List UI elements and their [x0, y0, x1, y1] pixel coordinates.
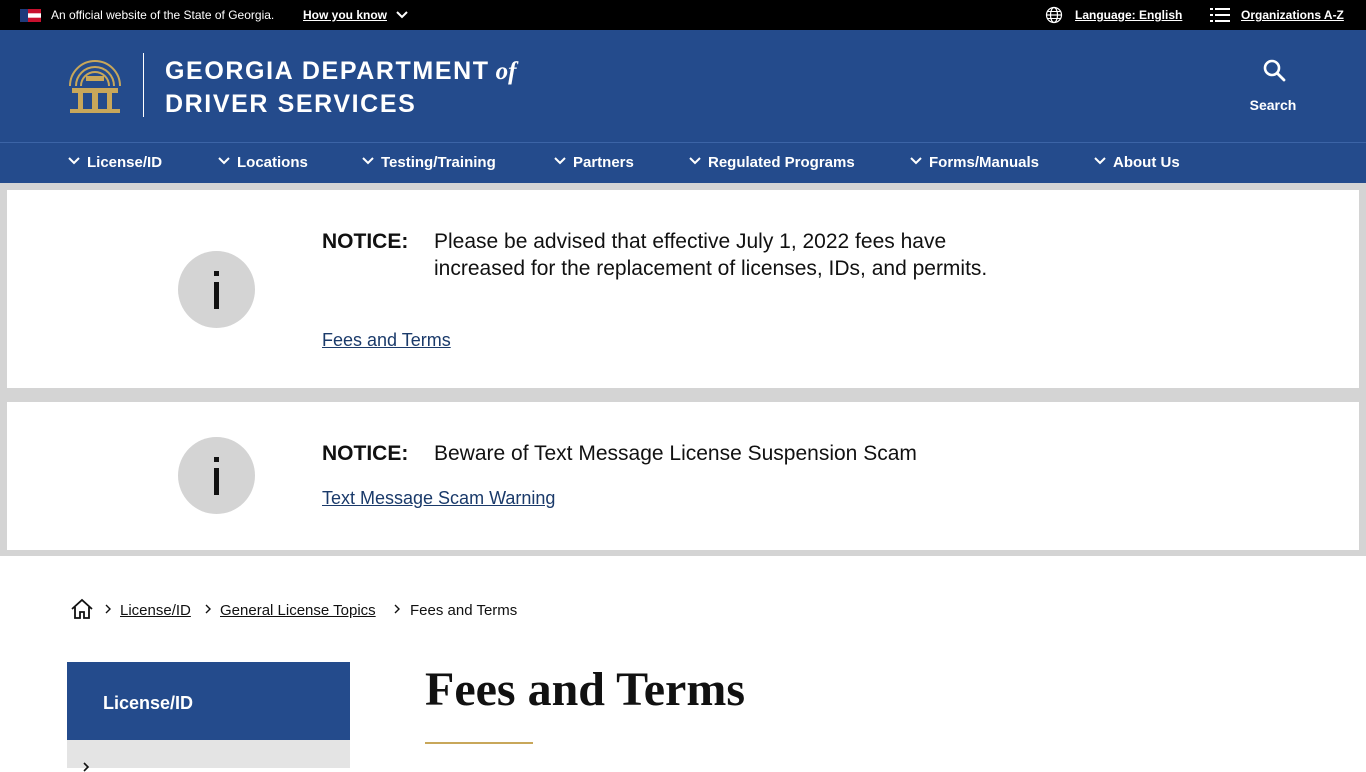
agency-name-line2[interactable]: DRIVER SERVICES [165, 90, 416, 119]
nav-regulated-programs[interactable]: Regulated Programs [689, 154, 855, 171]
notice-label: NOTICE: [322, 442, 409, 465]
chevron-down-icon [218, 157, 230, 165]
nav-label: Testing/Training [381, 154, 496, 171]
nav-locations[interactable]: Locations [218, 154, 308, 171]
info-icon [178, 251, 255, 328]
globe-icon [1045, 6, 1063, 24]
notice-label: NOTICE: [322, 230, 409, 253]
site-header: GEORGIA DEPARTMENT of DRIVER SERVICES Sea… [0, 30, 1366, 142]
chevron-right-icon [394, 604, 400, 614]
nav-label: About Us [1113, 154, 1180, 171]
text-message-scam-warning-link[interactable]: Text Message Scam Warning [322, 488, 555, 509]
main-nav: License/ID Locations Testing/Training Pa… [0, 142, 1366, 184]
logo-divider [143, 53, 144, 117]
search-icon[interactable] [1262, 58, 1286, 82]
agency-name-text: GEORGIA DEPARTMENT [165, 57, 490, 85]
nav-partners[interactable]: Partners [554, 154, 634, 171]
list-icon [1210, 8, 1230, 22]
nav-about-us[interactable]: About Us [1094, 154, 1180, 171]
chevron-right-icon [205, 604, 211, 614]
breadcrumb-general-license-topics[interactable]: General License Topics [220, 602, 376, 619]
notice-banner: NOTICE: Beware of Text Message License S… [7, 402, 1359, 550]
nav-forms-manuals[interactable]: Forms/Manuals [910, 154, 1040, 171]
notice-banner: NOTICE: Please be advised that effective… [7, 190, 1359, 388]
notice-text: Beware of Text Message License Suspensio… [434, 442, 917, 465]
nav-license-id[interactable]: License/ID [68, 154, 163, 171]
chevron-down-icon [68, 157, 80, 165]
official-site-bar: An official website of the State of Geor… [0, 0, 1366, 30]
breadcrumb-current: Fees and Terms [410, 602, 518, 619]
home-icon[interactable] [70, 598, 94, 620]
notice-text: Please be advised that effective July 1,… [434, 230, 988, 280]
georgia-flag-icon [20, 9, 41, 22]
nav-testing-training[interactable]: Testing/Training [362, 154, 496, 171]
nav-label: Partners [573, 154, 634, 171]
title-underline [425, 742, 533, 744]
sidebar-heading[interactable]: License/ID [67, 662, 350, 740]
breadcrumb-license-id[interactable]: License/ID [120, 602, 191, 619]
nav-label: Regulated Programs [708, 154, 855, 171]
fees-and-terms-link[interactable]: Fees and Terms [322, 330, 451, 351]
chevron-right-icon [105, 604, 111, 614]
chevron-down-icon [689, 157, 701, 165]
chevron-down-icon[interactable] [395, 10, 409, 20]
official-site-text: An official website of the State of Geor… [51, 8, 275, 22]
language-selector[interactable]: Language: English [1075, 8, 1182, 22]
search-button[interactable]: Search [1240, 97, 1306, 113]
sidebar-item[interactable] [67, 740, 350, 772]
nav-label: License/ID [87, 154, 163, 171]
sidebar-heading-label: License/ID [103, 693, 194, 713]
agency-name-of: of [495, 58, 517, 85]
georgia-seal-logo[interactable] [66, 52, 124, 116]
organizations-a-z-link[interactable]: Organizations A-Z [1241, 8, 1344, 22]
chevron-down-icon [362, 157, 374, 165]
page-title: Fees and Terms [425, 663, 746, 716]
nav-label: Forms/Manuals [929, 154, 1040, 171]
chevron-down-icon [554, 157, 566, 165]
agency-name-line1[interactable]: GEORGIA DEPARTMENT of [165, 57, 516, 86]
how-you-know-link[interactable]: How you know [303, 8, 387, 22]
info-icon [178, 437, 255, 514]
chevron-right-icon [83, 762, 90, 772]
chevron-down-icon [910, 157, 922, 165]
nav-label: Locations [237, 154, 308, 171]
chevron-down-icon [1094, 157, 1106, 165]
